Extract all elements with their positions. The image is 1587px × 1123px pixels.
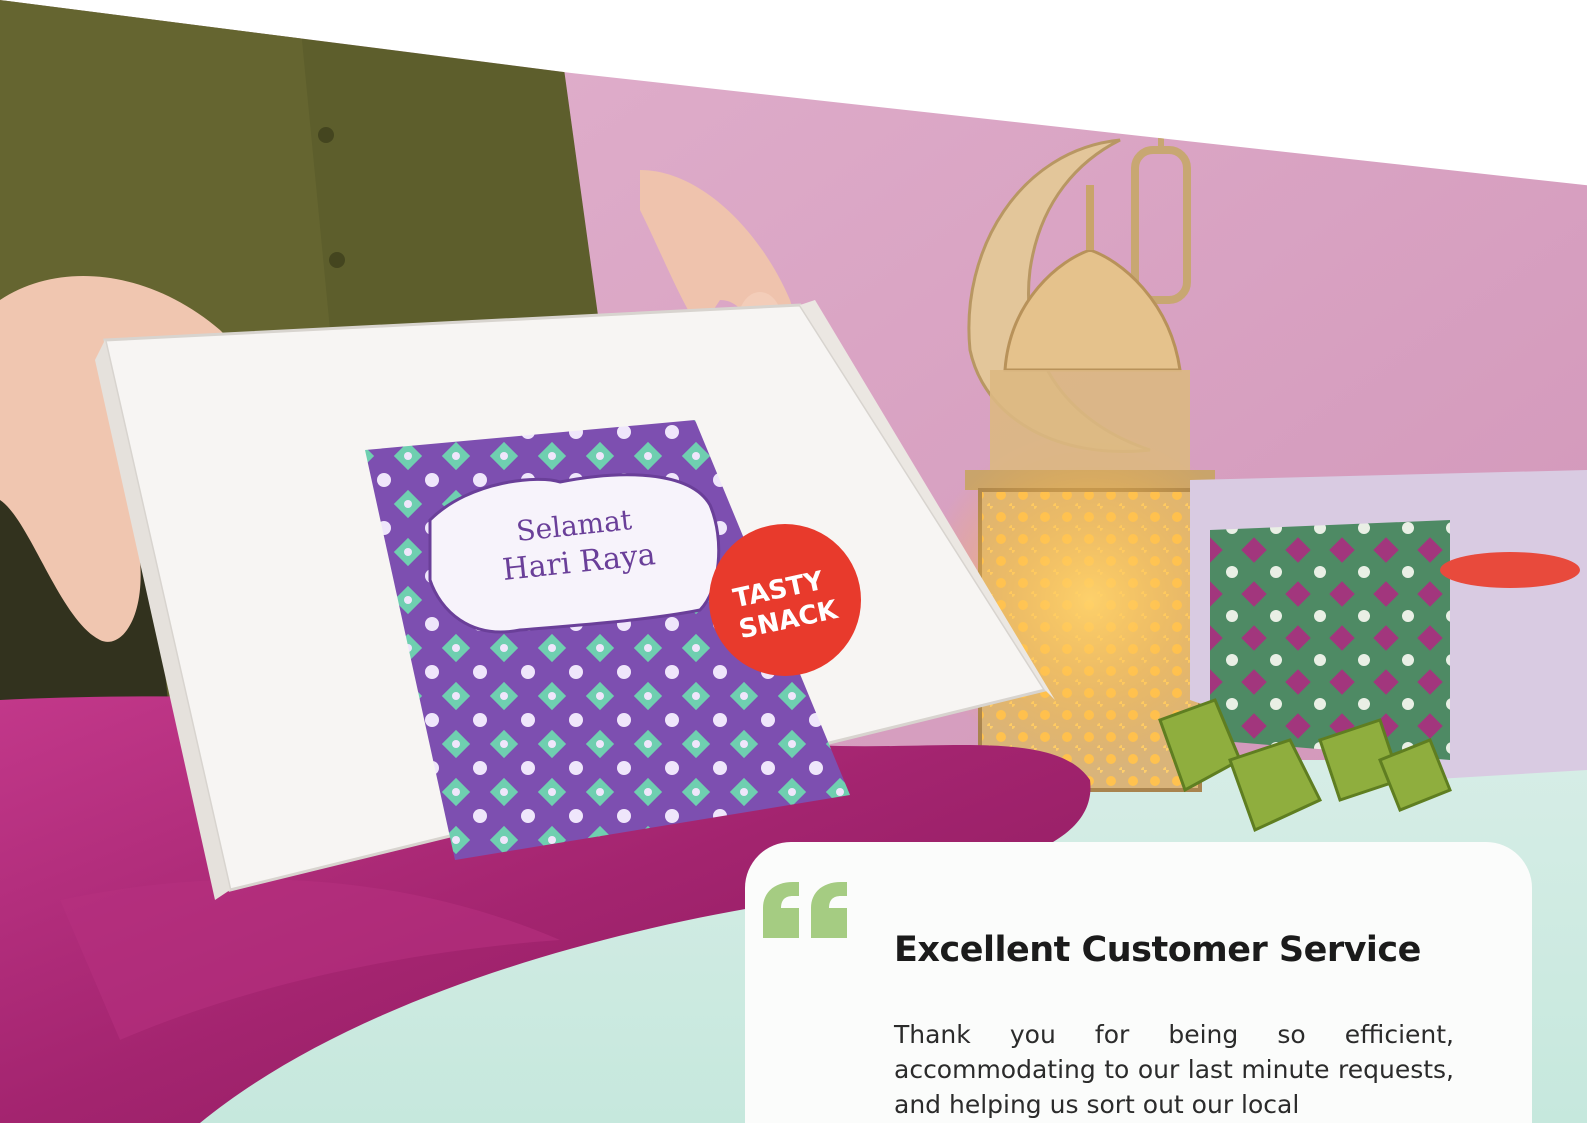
testimonial-title: Excellent Customer Service xyxy=(894,930,1421,970)
testimonial-card: Excellent Customer Service Thank you for… xyxy=(745,842,1532,1123)
quote-mark-icon xyxy=(763,882,847,938)
testimonial-body: Thank you for being so efficient, accomm… xyxy=(894,1020,1454,1119)
page: Selamat Hari Raya TASTY SNACK Excellent … xyxy=(0,0,1587,1123)
